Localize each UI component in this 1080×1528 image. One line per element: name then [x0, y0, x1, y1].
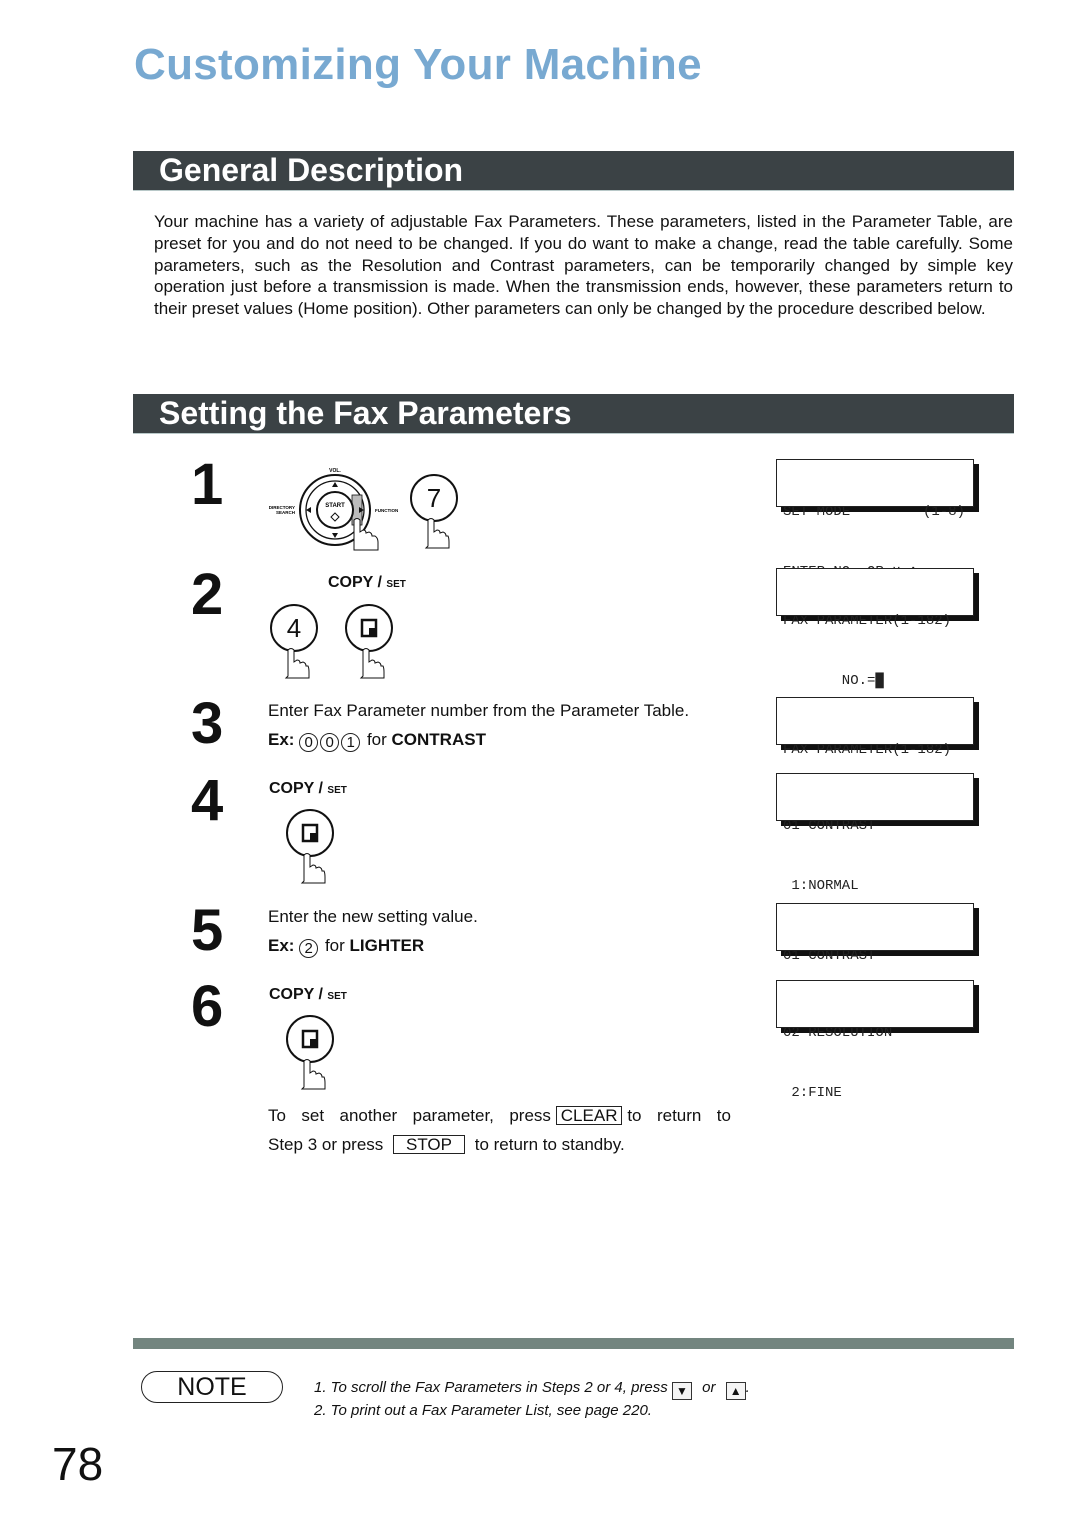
- copy-label-text: COPY /: [269, 780, 323, 797]
- section-header-general-description: General Description: [133, 151, 1014, 191]
- closing-line-2: Step 3 or press STOP to return to standb…: [268, 1130, 731, 1159]
- note-list: 1. To scroll the Fax Parameters in Steps…: [314, 1377, 750, 1422]
- note-item-text: 1. To scroll the Fax Parameters in Steps…: [314, 1379, 668, 1396]
- closing-text: to return to: [627, 1106, 731, 1125]
- pointing-hand-icon: [284, 648, 310, 679]
- copy-label-text: COPY /: [328, 574, 382, 591]
- example-line: Ex: 2 for LIGHTER: [268, 931, 478, 960]
- step-5-instructions: Enter the new setting value. Ex: 2 for L…: [268, 902, 478, 960]
- key-2-icon: 2: [299, 939, 319, 958]
- lcd-line: 01 CONTRAST: [783, 948, 876, 964]
- pointing-hand-icon: [359, 648, 385, 679]
- closing-text: to return to standby.: [474, 1135, 625, 1154]
- lcd-line: 01 CONTRAST: [783, 818, 876, 834]
- search-label: SEARCH: [276, 510, 295, 515]
- down-arrow-key-icon: ▼: [671, 1382, 692, 1400]
- vol-label: VOL.: [329, 468, 341, 474]
- note-item: 1. To scroll the Fax Parameters in Steps…: [314, 1379, 750, 1400]
- copy-document-icon: [301, 823, 319, 843]
- step-text: Enter the new setting value.: [268, 907, 478, 926]
- lcd-line: FAX PARAMETER(1-182): [783, 742, 952, 758]
- pointing-hand-icon: [300, 853, 326, 884]
- step-number: 5: [191, 898, 224, 963]
- pointing-hand-icon: [300, 1059, 326, 1090]
- copy-set-label: COPY / SET: [269, 780, 347, 798]
- ex-label: Ex:: [268, 936, 295, 955]
- pointing-hand-icon: [424, 518, 450, 549]
- key-0-icon: 0: [299, 733, 319, 752]
- ex-target: LIGHTER: [349, 936, 425, 955]
- lcd-line: 02 RESOLUTION: [783, 1025, 893, 1041]
- lcd-line: 1:NORMAL: [783, 878, 859, 894]
- step-3-instructions: Enter Fax Parameter number from the Para…: [268, 696, 689, 754]
- closing-text: Step 3 or press: [268, 1135, 384, 1154]
- clear-key[interactable]: CLEAR: [555, 1106, 623, 1125]
- ex-for-text: for: [366, 730, 387, 749]
- note-divider: [133, 1338, 1014, 1349]
- section-header-setting-fax-parameters: Setting the Fax Parameters: [133, 394, 1014, 434]
- set-label-text: SET: [327, 785, 347, 796]
- start-label: START: [325, 503, 345, 509]
- lcd-line: SET MODE: [783, 504, 851, 520]
- lcd-line: 2:FINE: [783, 1085, 842, 1101]
- set-label-text: SET: [386, 579, 406, 590]
- step-number: 2: [191, 562, 224, 627]
- lcd-display-step-4: 01 CONTRAST 1:NORMAL: [776, 773, 974, 894]
- copy-label-text: COPY /: [269, 986, 323, 1003]
- function-label: FUNCTION: [375, 508, 398, 513]
- control-panel-diagram: VOL. DIRECTORY SEARCH FUNCTION START: [269, 468, 398, 551]
- lcd-line: NO.=█: [783, 673, 884, 689]
- copy-document-icon: [360, 618, 378, 638]
- lcd-display-step-5: 01 CONTRAST 2:LIGHTER: [776, 903, 974, 1024]
- stop-key[interactable]: STOP: [393, 1135, 465, 1154]
- page-title: Customizing Your Machine: [134, 40, 702, 89]
- keypad-key-7[interactable]: 7: [410, 474, 458, 522]
- copy-set-label: COPY / SET: [328, 574, 406, 592]
- step-number: 3: [191, 691, 224, 756]
- closing-line-1: To set another parameter, press CLEAR to…: [268, 1101, 731, 1130]
- lcd-line: FAX PARAMETER(1-182): [783, 613, 952, 629]
- keypad-key-4[interactable]: 4: [270, 604, 318, 652]
- up-arrow-key-icon: ▲: [725, 1382, 746, 1400]
- copy-set-label: COPY / SET: [269, 986, 347, 1004]
- closing-instructions: To set another parameter, press CLEAR to…: [268, 1101, 731, 1159]
- step-text: Enter Fax Parameter number from the Para…: [268, 701, 690, 720]
- note-badge: NOTE: [141, 1371, 283, 1403]
- lcd-display-step-2: FAX PARAMETER(1-182) NO.=█: [776, 568, 974, 689]
- ex-target: CONTRAST: [391, 730, 486, 749]
- lcd-line: (1-8): [922, 504, 965, 520]
- copy-set-button[interactable]: [286, 1015, 334, 1063]
- copy-set-button[interactable]: [345, 604, 393, 652]
- example-line: Ex: 001 for CONTRAST: [268, 725, 689, 754]
- copy-document-icon: [301, 1029, 319, 1049]
- start-button[interactable]: [316, 491, 354, 529]
- step-number: 4: [191, 768, 224, 833]
- key-1-icon: 1: [341, 733, 361, 752]
- lcd-display-step-3: FAX PARAMETER(1-182) NO.=001: [776, 697, 974, 818]
- closing-text: To set another parameter, press: [268, 1106, 551, 1125]
- step-number: 1: [191, 452, 224, 517]
- note-item: 2. To print out a Fax Parameter List, se…: [314, 1402, 652, 1419]
- ex-label: Ex:: [268, 730, 295, 749]
- note-item-text: or: [702, 1379, 716, 1396]
- set-label-text: SET: [327, 991, 347, 1002]
- key-0-icon: 0: [320, 733, 340, 752]
- ex-for-text: for: [324, 936, 345, 955]
- lcd-display-step-6: 02 RESOLUTION 2:FINE: [776, 980, 974, 1101]
- general-description-body: Your machine has a variety of adjustable…: [154, 212, 1013, 319]
- step-number: 6: [191, 974, 224, 1039]
- lcd-display-step-1: SET MODE(1-8) ENTER NO. OR ∨ ∧: [776, 459, 974, 580]
- copy-set-button[interactable]: [286, 809, 334, 857]
- page-number: 78: [52, 1438, 104, 1490]
